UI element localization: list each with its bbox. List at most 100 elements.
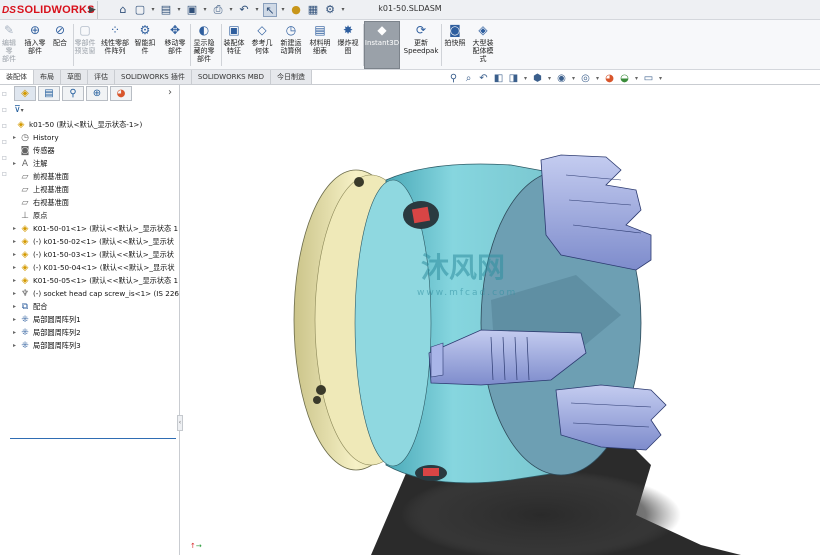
tree-expander-icon[interactable]: ▸ xyxy=(10,342,19,349)
tree-node[interactable]: ▱ 上视基准面 xyxy=(10,183,180,196)
command-move-component[interactable]: ✥ 移动零 部件 xyxy=(163,22,187,68)
tree-node[interactable]: ▸ ◈ (-) K01-50-04<1> (默认<<默认>_显示状 xyxy=(10,261,180,274)
print-dropdown-icon[interactable]: ▾ xyxy=(228,3,234,17)
command-exploded-view[interactable]: ✸ 爆炸视 图 xyxy=(336,22,360,68)
zoom-fit-icon[interactable]: ⚲ xyxy=(448,73,459,85)
command-smart-fastener[interactable]: ⚙ 智能扣 件 xyxy=(133,22,157,68)
undo-icon[interactable]: ↶ xyxy=(237,3,251,17)
tree-expander-icon[interactable]: ▸ xyxy=(10,277,19,284)
tree-node[interactable]: ▸ ◈ (-) k01-50-03<1> (默认<<默认>_显示状 xyxy=(10,248,180,261)
view-orientation-icon[interactable]: ⬢ xyxy=(532,73,543,85)
open-dropdown-icon[interactable]: ▾ xyxy=(176,3,182,17)
section-view-icon[interactable]: ◧ xyxy=(493,73,504,85)
tab-6[interactable]: 今日制造 xyxy=(270,70,312,84)
configuration-manager-tab-icon[interactable]: ⚲ xyxy=(62,86,84,101)
previous-view-icon[interactable]: ↶ xyxy=(478,73,489,85)
hide-show-icon[interactable]: ◎ xyxy=(580,73,591,85)
command-assembly-feature[interactable]: ▣ 装配体 特征 xyxy=(222,22,246,68)
new-dropdown-icon[interactable]: ▾ xyxy=(150,3,156,17)
command-speedpak[interactable]: ⟳ 更新 Speedpak xyxy=(403,22,439,68)
orientation-dropdown-icon[interactable]: ▾ xyxy=(547,73,552,85)
tab-4[interactable]: SOLIDWORKS 插件 xyxy=(115,70,192,84)
tree-node[interactable]: ▸ ⧉ 配合 xyxy=(10,300,180,313)
command-snapshot[interactable]: ◙ 拍快照 xyxy=(444,22,466,68)
menu-expand-arrow[interactable]: ▶ xyxy=(88,1,98,19)
dimxpert-tab-icon[interactable]: ⊕ xyxy=(86,86,108,101)
tree-expander-icon[interactable]: ▸ xyxy=(10,264,19,271)
tree-expander-icon[interactable]: ▸ xyxy=(10,303,19,310)
command-show-hidden[interactable]: ◐ 显示隐 藏的零 部件 xyxy=(190,22,218,68)
command-reference-geometry[interactable]: ◇ 参考几 何体 xyxy=(250,22,274,68)
new-icon[interactable]: ▢ xyxy=(133,3,147,17)
tree-node[interactable]: ▸ ◈ (-) k01-50-02<1> (默认<<默认>_显示状 xyxy=(10,235,180,248)
command-linear-pattern[interactable]: ⁘ 线性零部 件阵列 xyxy=(100,22,130,68)
home-icon[interactable]: ⌂ xyxy=(116,3,130,17)
tree-node[interactable]: ▱ 前视基准面 xyxy=(10,170,180,183)
tree-node[interactable]: ▸ ♆ (-) socket head cap screw_is<1> (IS 22… xyxy=(10,287,180,300)
tree-node[interactable]: ⊥ 原点 xyxy=(10,209,180,222)
command-large-assembly[interactable]: ◈ 大型装 配体模 式 xyxy=(470,22,496,68)
command-label: 更新 Speedpak xyxy=(403,39,439,55)
tab-0[interactable]: 装配体 xyxy=(0,70,34,84)
tab-1[interactable]: 布局 xyxy=(34,70,61,84)
zoom-area-icon[interactable]: ⌕ xyxy=(463,73,474,85)
display-dropdown-icon[interactable]: ▾ xyxy=(571,73,576,85)
tree-node[interactable]: ▸ ◈ K01-50-05<1> (默认<<默认>_显示状态 1 xyxy=(10,274,180,287)
tree-expander-icon[interactable]: ▸ xyxy=(10,329,19,336)
command-mate[interactable]: ⊘ 配合 xyxy=(50,22,70,68)
tree-node[interactable]: ▸ ◈ K01-50-01<1> (默认<<默认>_显示状态 1 xyxy=(10,222,180,235)
tab-3[interactable]: 评估 xyxy=(88,70,115,84)
tree-node[interactable]: ◈ k01-50 (默认<默认_显示状态-1>) xyxy=(6,118,180,131)
command-insert-component[interactable]: ⊕ 插入零 部件 xyxy=(22,22,48,68)
open-icon[interactable]: ▤ xyxy=(159,3,173,17)
view-settings-icon[interactable]: ▭ xyxy=(643,73,654,85)
tree-node[interactable]: ▸ ⁜ 局部圆周阵列1 xyxy=(10,313,180,326)
property-manager-tab-icon[interactable]: ▤ xyxy=(38,86,60,101)
tree-expander-icon[interactable]: ▸ xyxy=(10,134,19,141)
save-icon[interactable]: ▣ xyxy=(185,3,199,17)
filter-icon[interactable]: ⊽▾ xyxy=(14,105,24,115)
select-dropdown-icon[interactable]: ▾ xyxy=(280,3,286,17)
display-manager-tab-icon[interactable]: ◕ xyxy=(110,86,132,101)
command-edit-component[interactable]: ✎ 编辑零 部件 xyxy=(0,22,18,68)
select-icon[interactable]: ↖ xyxy=(263,3,277,17)
print-icon[interactable]: ⎙ xyxy=(211,3,225,17)
tree-node[interactable]: ▱ 右视基准面 xyxy=(10,196,180,209)
appearance-icon[interactable]: ◕ xyxy=(604,73,615,85)
command-motion-study[interactable]: ◷ 新建运 动算例 xyxy=(278,22,304,68)
tree-expander-icon[interactable]: ▸ xyxy=(10,251,19,258)
tree-node[interactable]: ▸ ⁜ 局部圆周阵列3 xyxy=(10,339,180,352)
tree-expander-icon[interactable]: ▸ xyxy=(10,160,19,167)
command-instant3d[interactable]: ◆ Instant3D xyxy=(364,21,400,69)
rebuild-icon[interactable]: ● xyxy=(289,3,303,17)
feature-manager-tab-icon[interactable]: ◈ xyxy=(14,86,36,101)
tree-node[interactable]: ▸ ⁜ 局部圆周阵列2 xyxy=(10,326,180,339)
dynamic-annotation-icon[interactable]: ◨ xyxy=(508,73,519,85)
panel-expand-arrow[interactable]: › xyxy=(168,87,172,98)
hide-show-dropdown-icon[interactable]: ▾ xyxy=(595,73,600,85)
tree-expander-icon[interactable]: ▸ xyxy=(10,225,19,232)
annotation-dropdown-icon[interactable]: ▾ xyxy=(523,73,528,85)
tree-expander-icon[interactable]: ▸ xyxy=(10,290,19,297)
save-dropdown-icon[interactable]: ▾ xyxy=(202,3,208,17)
options-icon[interactable]: ⚙ xyxy=(323,3,337,17)
display-style-icon[interactable]: ◉ xyxy=(556,73,567,85)
rollback-bar[interactable] xyxy=(10,438,176,439)
file-properties-icon[interactable]: ▦ xyxy=(306,3,320,17)
tree-node[interactable]: ▸ A 注解 xyxy=(10,157,180,170)
scene-icon[interactable]: ◒ xyxy=(619,73,630,85)
scene-dropdown-icon[interactable]: ▾ xyxy=(634,73,639,85)
tree-expander-icon[interactable]: ▸ xyxy=(10,316,19,323)
graphics-area[interactable]: 沐风网 www.mfcad.com xyxy=(181,85,820,557)
view-settings-dropdown-icon[interactable]: ▾ xyxy=(658,73,663,85)
tree-node[interactable]: ▸ ◷ History xyxy=(10,131,180,144)
tree-expander-icon[interactable]: ▸ xyxy=(10,238,19,245)
command-component-preview[interactable]: ▢ 零部件 预览窗 xyxy=(72,22,98,68)
undo-dropdown-icon[interactable]: ▾ xyxy=(254,3,260,17)
tree-node[interactable]: ◙ 传感器 xyxy=(10,144,180,157)
solidworks-logo[interactable]: DS SOLIDWORKS xyxy=(2,2,95,18)
options-dropdown-icon[interactable]: ▾ xyxy=(340,3,346,17)
tab-2[interactable]: 草图 xyxy=(61,70,88,84)
tab-5[interactable]: SOLIDWORKS MBD xyxy=(191,70,271,84)
command-bom[interactable]: ▤ 材料明 细表 xyxy=(308,22,332,68)
